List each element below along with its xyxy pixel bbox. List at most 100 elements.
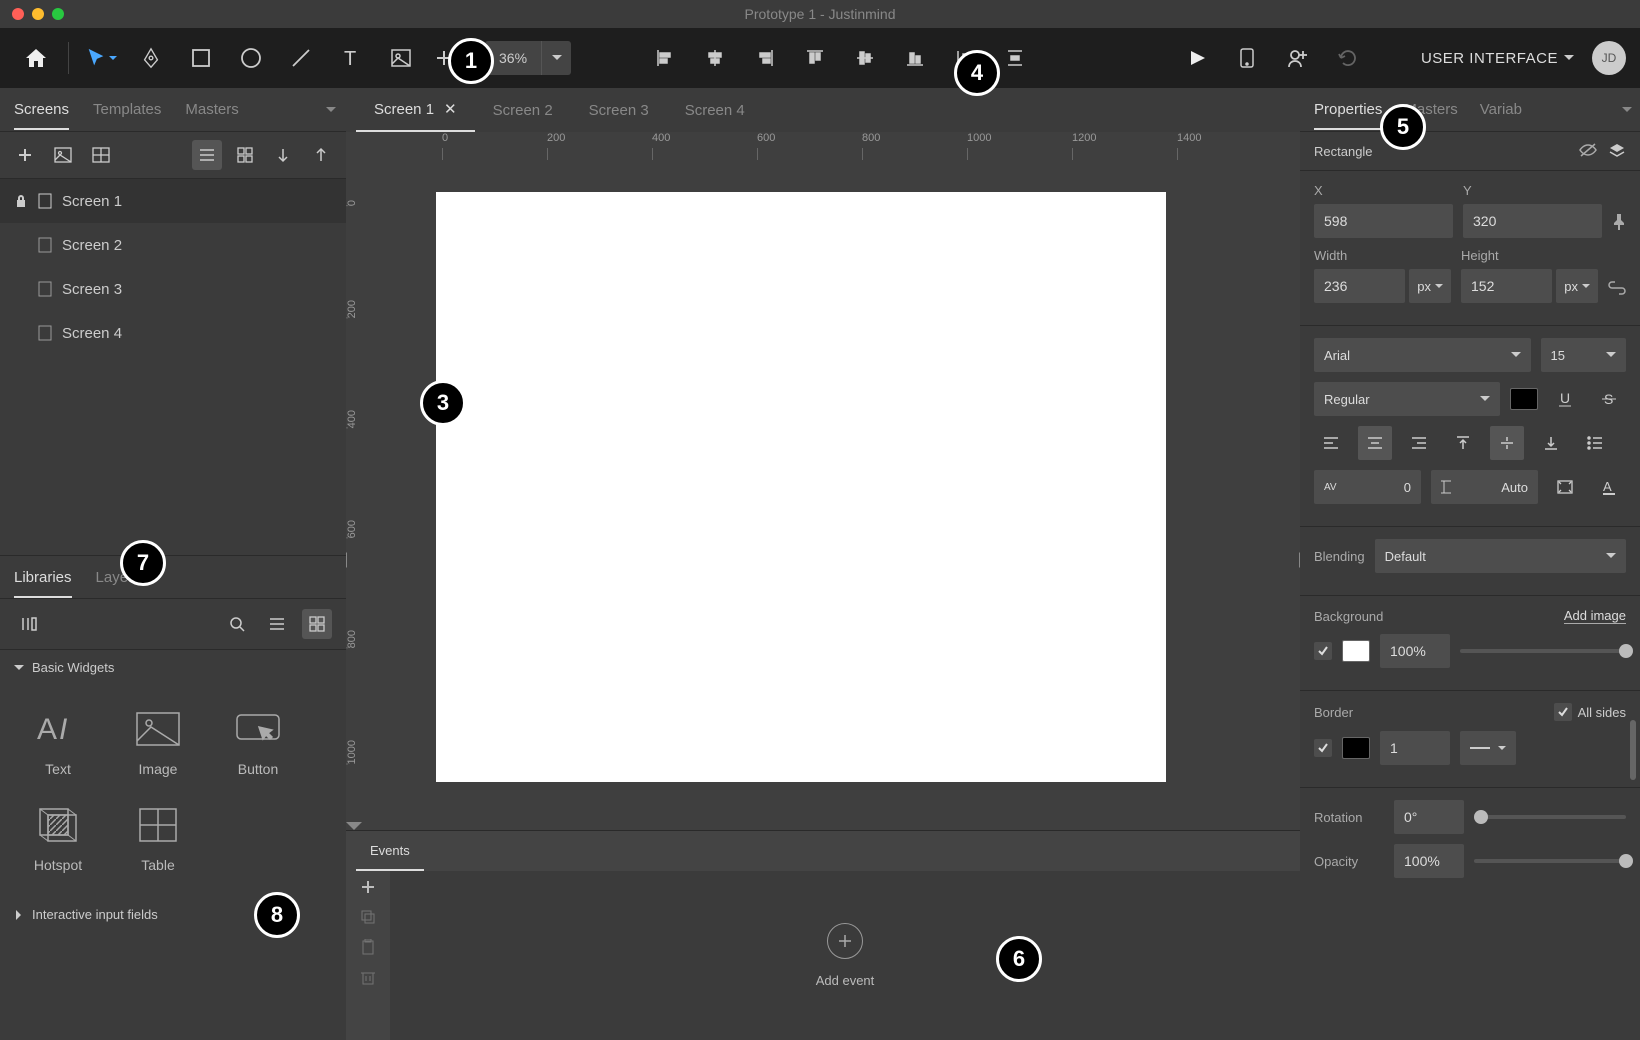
font-weight-select[interactable]: Regular	[1314, 382, 1500, 416]
add-event-button[interactable]	[827, 923, 863, 959]
canvas-tab[interactable]: Screen 4	[667, 88, 763, 132]
artboard[interactable]	[436, 192, 1166, 782]
canvas-tab[interactable]: Screen 1✕	[356, 88, 475, 132]
y-input[interactable]	[1463, 204, 1602, 238]
device-preview-icon[interactable]	[1225, 36, 1269, 80]
canvas[interactable]: 0 200 400 600 800 1000 1200 1400 0 200 4…	[346, 132, 1300, 820]
opacity-slider[interactable]	[1474, 859, 1626, 863]
opacity-input[interactable]	[1394, 844, 1464, 878]
all-sides-checkbox[interactable]	[1554, 703, 1572, 721]
text-tool-icon[interactable]: T	[329, 36, 373, 80]
canvas-tab[interactable]: Screen 2	[475, 88, 571, 132]
rotation-input[interactable]	[1394, 800, 1464, 834]
font-select[interactable]: Arial	[1314, 338, 1531, 372]
delete-event-icon[interactable]	[361, 969, 375, 985]
align-middle-icon[interactable]	[843, 36, 887, 80]
width-input[interactable]	[1314, 269, 1405, 303]
copy-event-icon[interactable]	[360, 909, 376, 925]
pen-tool-icon[interactable]	[129, 36, 173, 80]
widget-hotspot[interactable]: Hotspot	[8, 791, 108, 887]
list-icon[interactable]	[1578, 426, 1612, 460]
ruler-vertical[interactable]: 0 200 400 600 800 1000	[346, 160, 384, 820]
width-unit[interactable]: px	[1409, 269, 1451, 303]
x-input[interactable]	[1314, 204, 1453, 238]
widget-table[interactable]: Table	[108, 791, 208, 887]
undo-icon[interactable]	[1325, 36, 1369, 80]
visibility-icon[interactable]	[1578, 142, 1598, 160]
list-view-icon[interactable]	[192, 140, 222, 170]
close-window[interactable]	[12, 8, 24, 20]
zoom-control[interactable]: 36%	[485, 41, 571, 75]
lib-list-view-icon[interactable]	[262, 609, 292, 639]
autosize-icon[interactable]	[1548, 470, 1582, 504]
ruler-horizontal[interactable]: 0 200 400 600 800 1000 1200 1400	[384, 132, 1300, 160]
ellipse-tool-icon[interactable]	[229, 36, 273, 80]
tab-events[interactable]: Events	[356, 831, 424, 871]
grid-view-icon[interactable]	[230, 140, 260, 170]
add-screen-icon[interactable]	[10, 140, 40, 170]
screen-row[interactable]: Screen 3	[0, 267, 346, 311]
add-image-link[interactable]: Add image	[1564, 608, 1626, 624]
right-tabs-menu-icon[interactable]	[1622, 105, 1632, 115]
share-icon[interactable]	[1275, 36, 1319, 80]
lib-section-basic[interactable]: Basic Widgets	[0, 650, 346, 685]
valign-middle-icon[interactable]	[1490, 426, 1524, 460]
align-top-icon[interactable]	[793, 36, 837, 80]
widget-image[interactable]: Image	[108, 695, 208, 791]
underline-icon[interactable]: U	[1548, 382, 1582, 416]
tab-libraries[interactable]: Libraries	[14, 569, 72, 598]
valign-top-icon[interactable]	[1446, 426, 1480, 460]
left-tabs-menu-icon[interactable]	[326, 105, 336, 115]
pin-icon[interactable]	[1612, 214, 1626, 230]
height-unit[interactable]: px	[1556, 269, 1598, 303]
maximize-window[interactable]	[52, 8, 64, 20]
align-center-h-icon[interactable]	[693, 36, 737, 80]
border-style-select[interactable]	[1460, 731, 1516, 765]
line-height[interactable]: Auto	[1431, 470, 1538, 504]
align-text-center-icon[interactable]	[1358, 426, 1392, 460]
home-icon[interactable]	[14, 36, 58, 80]
border-enable-checkbox[interactable]	[1314, 739, 1332, 757]
user-avatar[interactable]: JD	[1592, 41, 1626, 75]
font-size-select[interactable]: 15	[1541, 338, 1627, 372]
align-text-left-icon[interactable]	[1314, 426, 1348, 460]
bg-opacity-input[interactable]	[1380, 634, 1450, 668]
bg-opacity-slider[interactable]	[1460, 649, 1626, 653]
letter-spacing[interactable]: AV 0	[1314, 470, 1421, 504]
align-right-icon[interactable]	[743, 36, 787, 80]
sort-up-icon[interactable]	[306, 140, 336, 170]
tab-variables[interactable]: Variab	[1480, 101, 1522, 118]
layers-icon[interactable]	[1608, 142, 1626, 160]
scrollbar[interactable]	[1630, 720, 1636, 780]
select-tool-icon[interactable]	[79, 36, 123, 80]
image-tool-icon[interactable]	[379, 36, 423, 80]
text-color-swatch[interactable]	[1510, 388, 1538, 410]
screen-row[interactable]: Screen 2	[0, 223, 346, 267]
tab-masters[interactable]: Masters	[185, 101, 238, 118]
height-input[interactable]	[1461, 269, 1552, 303]
canvas-tab[interactable]: Screen 3	[571, 88, 667, 132]
tab-properties[interactable]: Properties	[1314, 101, 1382, 130]
bg-enable-checkbox[interactable]	[1314, 642, 1332, 660]
link-dimensions-icon[interactable]	[1608, 281, 1626, 295]
text-style-icon[interactable]: A	[1592, 470, 1626, 504]
valign-bottom-icon[interactable]	[1534, 426, 1568, 460]
minimize-window[interactable]	[32, 8, 44, 20]
align-text-right-icon[interactable]	[1402, 426, 1436, 460]
collapse-right-icon[interactable]	[1297, 552, 1300, 568]
widget-button[interactable]: Button	[208, 695, 308, 791]
line-tool-icon[interactable]	[279, 36, 323, 80]
rotation-slider[interactable]	[1474, 815, 1626, 819]
paste-event-icon[interactable]	[361, 939, 375, 955]
play-icon[interactable]	[1175, 36, 1219, 80]
tab-templates[interactable]: Templates	[93, 101, 161, 118]
library-selector-icon[interactable]	[14, 609, 44, 639]
sort-down-icon[interactable]	[268, 140, 298, 170]
rectangle-tool-icon[interactable]	[179, 36, 223, 80]
search-icon[interactable]	[222, 609, 252, 639]
screen-row[interactable]: Screen 1	[0, 179, 346, 223]
strikethrough-icon[interactable]: S	[1592, 382, 1626, 416]
zoom-dropdown-icon[interactable]	[541, 41, 571, 75]
close-tab-icon[interactable]: ✕	[444, 100, 457, 118]
align-left-icon[interactable]	[643, 36, 687, 80]
